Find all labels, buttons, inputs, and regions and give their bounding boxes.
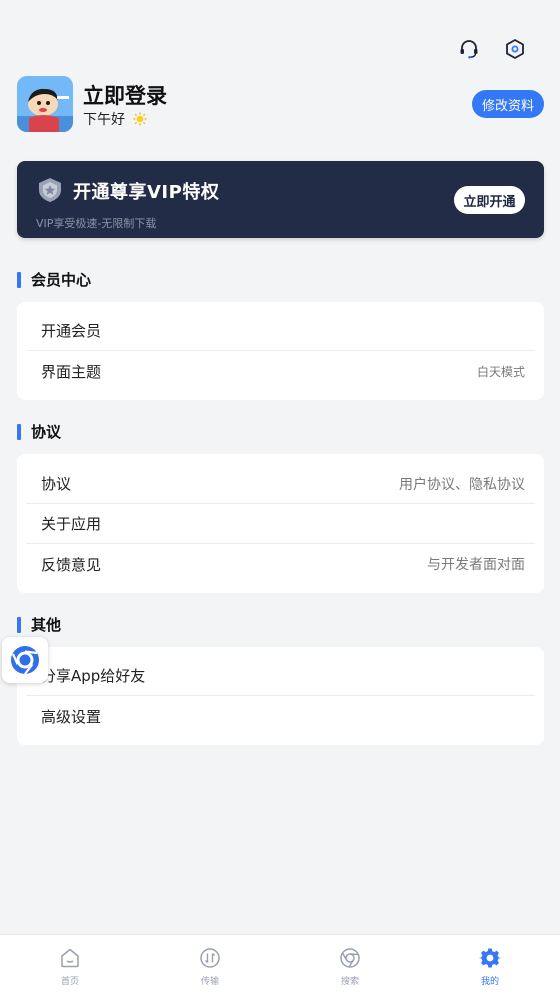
transfer-icon: [200, 948, 220, 968]
greeting: 下午好: [83, 109, 147, 129]
gear-icon: [479, 948, 501, 968]
tab-label: 搜索: [340, 977, 359, 987]
list-item-theme[interactable]: 界面主题 白天模式: [26, 351, 535, 391]
list-item-label: 开通会员: [41, 322, 102, 340]
section-accent-bar: [17, 423, 21, 440]
tab-label: 首页: [60, 977, 79, 987]
list-item-label: 关于应用: [41, 515, 102, 533]
browser-icon: [11, 646, 39, 675]
home-icon: [61, 948, 79, 968]
list-item-about[interactable]: 关于应用: [26, 504, 535, 544]
list-item-label: 高级设置: [41, 707, 102, 726]
headset-icon[interactable]: [458, 38, 480, 60]
vip-banner[interactable]: 开通尊享VIP特权 VIP享受极速-无限制下载 立即开通: [17, 161, 544, 238]
section-header-member: 会员中心: [17, 269, 91, 290]
list-item-advanced-settings[interactable]: 高级设置: [26, 696, 535, 736]
vip-title: 开通尊享VIP特权: [73, 182, 220, 203]
list-item-feedback[interactable]: 反馈意见 与开发者面对面: [26, 544, 535, 584]
list-item-open-membership[interactable]: 开通会员: [26, 311, 535, 351]
avatar[interactable]: [17, 76, 73, 132]
section-title: 协议: [31, 423, 62, 441]
profile-header: 立即登录 下午好 修改资料: [17, 76, 544, 132]
section-header-other: 其他: [17, 614, 61, 635]
section-accent-bar: [17, 616, 21, 633]
list-item-value: 与开发者面对面: [427, 557, 525, 573]
vip-subtitle: VIP享受极速-无限制下载: [36, 217, 157, 230]
list-item-share[interactable]: 分享App给好友: [26, 656, 535, 696]
header-actions: [458, 38, 526, 60]
tab-home[interactable]: 首页: [0, 935, 140, 998]
tab-mine[interactable]: 我的: [420, 935, 560, 998]
section-accent-bar: [17, 271, 21, 288]
list-item-label: 反馈意见: [41, 555, 102, 574]
section-title: 其他: [31, 616, 62, 634]
browser-search-icon: [340, 948, 360, 968]
vip-activate-button[interactable]: 立即开通: [454, 186, 525, 214]
member-card: 开通会员 界面主题 白天模式: [17, 302, 544, 400]
tab-label: 我的: [480, 977, 499, 987]
tab-search[interactable]: 搜索: [280, 935, 420, 998]
other-card: 分享App给好友 高级设置: [17, 647, 544, 745]
list-item-label: 分享App给好友: [41, 667, 146, 685]
bottom-tab-bar: 首页 传输 搜索 我的: [0, 934, 560, 998]
greeting-text: 下午好: [83, 112, 125, 128]
login-title[interactable]: 立即登录: [83, 80, 167, 110]
list-item-value: 用户协议、隐私协议: [399, 476, 525, 493]
section-header-agreement: 协议: [17, 421, 61, 442]
vip-shield-icon: [39, 178, 61, 202]
list-item-agreement[interactable]: 协议 用户协议、隐私协议: [26, 464, 535, 504]
floating-browser-bubble[interactable]: [2, 637, 48, 683]
sun-icon: [133, 112, 147, 126]
tab-label: 传输: [200, 977, 219, 987]
list-item-value: 白天模式: [476, 364, 525, 379]
agreement-card: 协议 用户协议、隐私协议 关于应用 反馈意见 与开发者面对面: [17, 454, 544, 593]
edit-profile-button[interactable]: 修改资料: [471, 90, 544, 118]
section-title: 会员中心: [31, 271, 92, 289]
list-item-label: 协议: [41, 475, 72, 493]
list-item-label: 界面主题: [41, 362, 102, 381]
tab-transfer[interactable]: 传输: [140, 935, 280, 998]
settings-hexagon-icon[interactable]: [504, 38, 526, 60]
